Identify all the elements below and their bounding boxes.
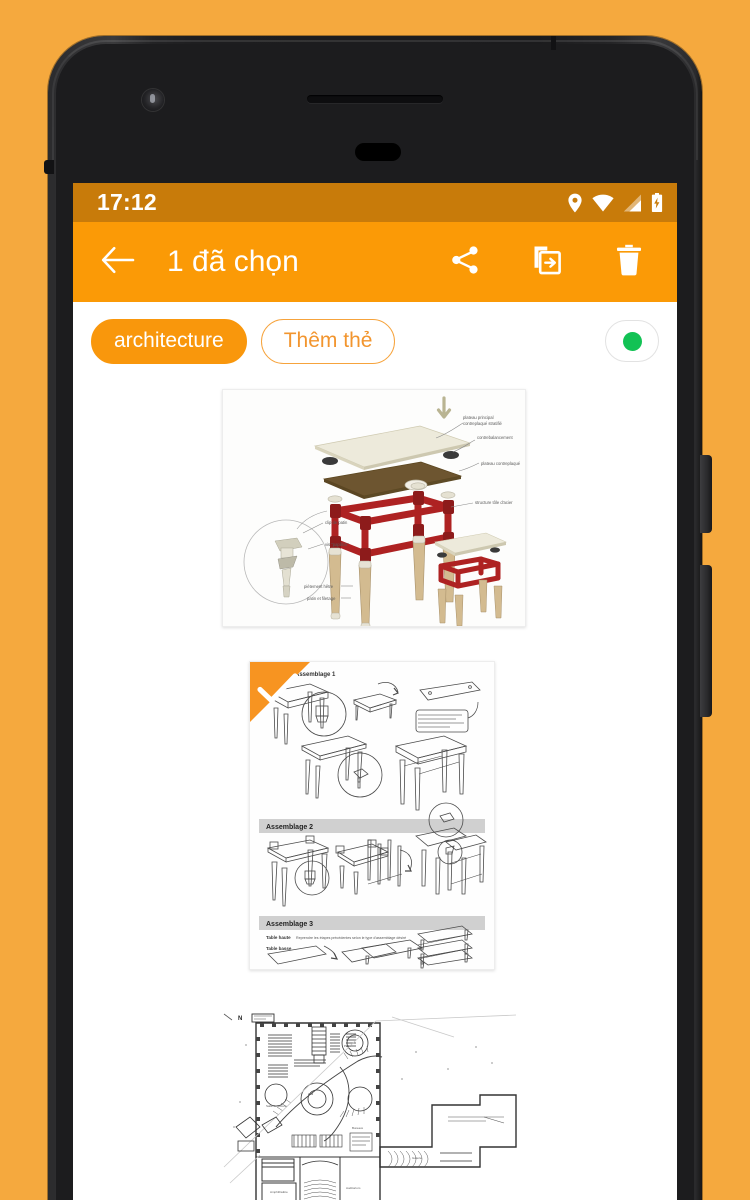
svg-text:piètement hêtre: piètement hêtre xyxy=(304,584,334,589)
delete-button[interactable] xyxy=(609,242,649,282)
screenshot-root: 17:12 1 đã chọn architecture Thêm thẻ pl… xyxy=(0,0,750,1200)
svg-text:Salle de lecture: Salle de lecture xyxy=(266,1104,287,1108)
share-button[interactable] xyxy=(445,242,485,282)
svg-text:plateau contreplaqué: plateau contreplaqué xyxy=(481,461,521,466)
move-to-folder-button[interactable] xyxy=(527,242,567,282)
svg-text:Assemblage 2: Assemblage 2 xyxy=(266,824,313,831)
antenna-line xyxy=(551,36,556,50)
svg-text:vis "papillon": vis "papillon" xyxy=(325,542,349,547)
sim-tray xyxy=(44,160,54,174)
status-dot-icon xyxy=(622,331,642,351)
svg-text:Reprendre les étapes précédent: Reprendre les étapes précédentes selon l… xyxy=(296,936,406,940)
svg-text:Amphithéâtre: Amphithéâtre xyxy=(270,1190,288,1194)
svg-text:Assemblage 3: Assemblage 3 xyxy=(266,921,313,928)
sync-status-toggle[interactable] xyxy=(605,320,659,362)
svg-text:contrebalancement: contrebalancement xyxy=(477,435,513,440)
svg-text:Hall: Hall xyxy=(308,1092,314,1096)
svg-text:structure tôle d'acier: structure tôle d'acier xyxy=(475,500,513,505)
move-to-icon xyxy=(531,244,563,281)
status-icon-group xyxy=(567,192,663,213)
list-item[interactable]: Assemblage 1 Assemblage 2 Assemblage 3 T… xyxy=(249,661,495,970)
trash-icon xyxy=(616,244,642,281)
app-bar-actions xyxy=(445,242,649,282)
list-item[interactable]: N Salle de lecture Hall Patio Amphithéât… xyxy=(216,1007,530,1200)
volume-button[interactable] xyxy=(700,565,712,717)
back-button[interactable] xyxy=(95,239,141,285)
earpiece-speaker-icon xyxy=(307,95,443,103)
power-button[interactable] xyxy=(700,455,712,533)
wifi-icon xyxy=(592,194,614,212)
photo-exploded-table-diagram: plateau principal contreplaqué stratifié… xyxy=(223,390,525,626)
battery-charging-icon xyxy=(651,192,663,213)
front-camera-icon xyxy=(142,89,164,111)
app-bar: 1 đã chọn xyxy=(73,222,677,302)
status-clock: 17:12 xyxy=(97,189,157,215)
svg-text:N: N xyxy=(238,1016,242,1022)
location-pin-icon xyxy=(567,193,583,213)
svg-text:Bureaux: Bureaux xyxy=(352,1126,364,1130)
svg-text:contreplaqué stratifié: contreplaqué stratifié xyxy=(463,421,503,426)
share-icon xyxy=(450,245,480,280)
status-bar: 17:12 xyxy=(73,183,677,222)
check-icon xyxy=(257,672,299,711)
svg-text:Auditorium: Auditorium xyxy=(346,1186,361,1190)
proximity-sensor-icon xyxy=(355,143,401,161)
svg-text:patin et filetage: patin et filetage xyxy=(307,596,336,601)
back-arrow-icon xyxy=(101,246,135,279)
page-title: 1 đã chọn xyxy=(167,245,299,278)
tag-chip-architecture[interactable]: architecture xyxy=(91,318,247,364)
svg-text:Table haute: Table haute xyxy=(266,935,291,940)
phone-screen: 17:12 1 đã chọn architecture Thêm thẻ pl… xyxy=(73,183,677,1200)
list-item[interactable]: plateau principal contreplaqué stratifié… xyxy=(222,389,526,627)
add-tag-chip[interactable]: Thêm thẻ xyxy=(260,318,396,364)
photo-list[interactable]: plateau principal contreplaqué stratifié… xyxy=(73,380,677,1200)
photo-architectural-floor-plan: N Salle de lecture Hall Patio Amphithéât… xyxy=(216,1007,530,1200)
svg-text:Galerie: Galerie xyxy=(412,1156,422,1160)
tag-bar: architecture Thêm thẻ xyxy=(73,302,677,380)
svg-text:Table basse: Table basse xyxy=(266,946,292,951)
svg-text:clip de patin: clip de patin xyxy=(325,520,348,525)
svg-text:Patio: Patio xyxy=(344,1044,351,1048)
svg-text:plateau principal: plateau principal xyxy=(463,415,494,420)
signal-bars-icon xyxy=(623,194,642,212)
